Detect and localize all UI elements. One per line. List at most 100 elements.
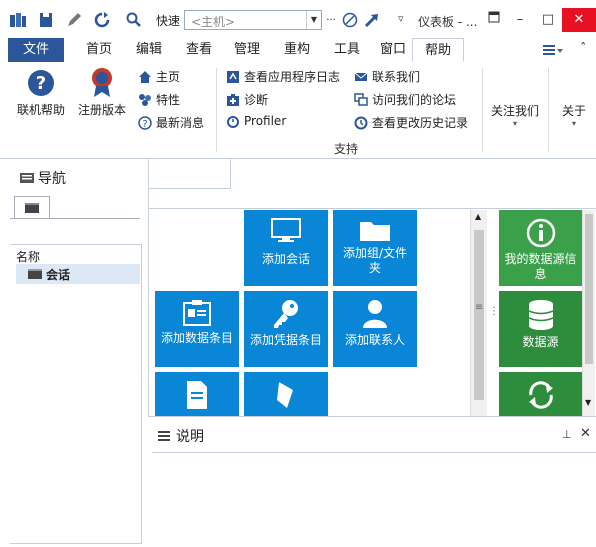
close-button[interactable]: ✕ (562, 8, 596, 32)
chevron-down-icon[interactable]: ▼ (306, 11, 321, 29)
navigation-icon (20, 173, 34, 183)
edit-icon[interactable] (64, 10, 84, 30)
follow-us-label: 关注我们 (490, 104, 539, 118)
diagnose-label: 诊断 (244, 93, 269, 107)
forum-label: 访问我们的论坛 (372, 93, 457, 107)
database-icon (528, 300, 553, 330)
add-data-entry-tile[interactable]: 添加数据条目 (155, 291, 239, 367)
datasource-label: 数据源 (522, 335, 559, 349)
tab-file[interactable]: 文件 (8, 38, 64, 62)
my-datasource-info-tile[interactable]: 我的数据源信息 (499, 210, 582, 286)
log-icon (227, 70, 239, 83)
arrow-launch-icon[interactable] (362, 10, 382, 30)
add-contact-tile[interactable]: 添加联系人 (333, 291, 417, 367)
host-combo[interactable]: <主机> ▼ (184, 10, 322, 30)
follow-us-button[interactable]: 关注我们 ▾ (488, 102, 542, 128)
refresh-datasource-tile[interactable] (499, 372, 582, 416)
scroll-thumb[interactable] (474, 230, 484, 400)
title-bar: 快速 <主机> ▼ ··· ▿ 仪表板 - ... – □ ✕ (0, 0, 596, 38)
save-icon[interactable] (36, 10, 56, 30)
ribbon: ? 联机帮助 注册版本 主页 特性 ? 最新消息 查看应用程序日志 诊断 Pro… (0, 62, 596, 159)
tab-manage[interactable]: 管理 (226, 38, 268, 62)
add-group-tile[interactable]: 添加组/文件夹 (333, 210, 417, 286)
more-icon[interactable]: ··· (324, 10, 338, 30)
diagnose-button[interactable]: 诊断 (226, 91, 268, 108)
session-label: 会话 (46, 267, 71, 282)
datasource-scrollbar[interactable]: ▼ (582, 210, 595, 416)
search-icon[interactable] (124, 10, 144, 30)
add-group-label: 添加组/文件夹 (342, 246, 408, 275)
minimize-button[interactable]: – (506, 8, 534, 32)
register-button[interactable]: 注册版本 (76, 66, 128, 118)
tree-item-session[interactable]: 会话 (16, 264, 140, 284)
tiles-scrollbar[interactable]: ▲ ≡ (470, 210, 487, 416)
nav-title: 导航 (20, 168, 66, 188)
history-icon (354, 116, 368, 129)
nav-sessions-tab[interactable] (14, 196, 50, 219)
folder-icon (360, 222, 390, 241)
forum-button[interactable]: 访问我们的论坛 (354, 91, 456, 108)
add-data-entry-label: 添加数据条目 (160, 331, 233, 345)
tab-edit[interactable]: 编辑 (128, 38, 170, 62)
ribbon-options-icon[interactable] (542, 42, 564, 61)
description-title-label: 说明 (176, 429, 204, 445)
tab-window[interactable]: 窗口 (372, 38, 414, 62)
ribbon-separator (482, 68, 483, 152)
profiler-button[interactable]: Profiler (226, 114, 286, 128)
mail-icon (354, 72, 368, 81)
tab-help[interactable]: 帮助 (412, 38, 464, 62)
tab-tools[interactable]: 工具 (326, 38, 368, 62)
latest-news-button[interactable]: ? 最新消息 (138, 114, 204, 131)
monitor-icon (271, 218, 301, 242)
scroll-up-icon[interactable]: ▲ (475, 212, 481, 221)
pin-icon[interactable]: ⊥ (562, 428, 572, 441)
home-button[interactable]: 主页 (138, 68, 180, 85)
splitter-grip-icon[interactable]: ⋮ (489, 306, 499, 317)
help-icon: ? (28, 70, 54, 96)
close-pane-button[interactable]: ✕ (580, 426, 591, 441)
about-button[interactable]: 关于 ▾ (556, 102, 592, 128)
refresh-icon (528, 381, 553, 409)
books-icon[interactable] (8, 10, 28, 30)
tab-home[interactable]: 首页 (78, 38, 120, 62)
view-log-button[interactable]: 查看应用程序日志 (226, 68, 340, 85)
datasource-tile[interactable]: 数据源 (499, 291, 582, 367)
tab-view[interactable]: 查看 (178, 38, 220, 62)
contact-us-label: 联系我们 (372, 70, 421, 84)
collapse-ribbon-icon[interactable]: ˆ (580, 42, 587, 57)
register-label: 注册版本 (77, 103, 126, 117)
connect-icon[interactable] (340, 10, 360, 30)
customize-qa-icon[interactable]: ▿ (398, 12, 404, 25)
window-title: 仪表板 - ... (418, 15, 478, 29)
add-session-tile[interactable]: 添加会话 (244, 210, 328, 286)
online-help-label: 联机帮助 (16, 103, 65, 117)
features-icon (139, 93, 151, 106)
info-icon (526, 218, 555, 248)
chevron-down-icon: ▾ (571, 119, 576, 128)
maximize-button[interactable]: □ (534, 8, 562, 32)
add-script-tile[interactable] (244, 372, 328, 416)
award-icon (92, 68, 112, 97)
view-log-label: 查看应用程序日志 (244, 70, 341, 84)
ribbon-separator (216, 68, 217, 152)
refresh-icon[interactable] (92, 10, 112, 30)
restore-pane-icon[interactable] (480, 8, 508, 32)
contact-us-button[interactable]: 联系我们 (354, 68, 420, 85)
add-credential-tile[interactable]: 添加凭据条目 (244, 291, 328, 367)
question-icon: ? (138, 115, 152, 130)
home-icon (139, 70, 151, 83)
features-button[interactable]: 特性 (138, 91, 180, 108)
ribbon-separator (548, 68, 549, 152)
description-title: 说明 (158, 426, 204, 446)
scroll-down-icon[interactable]: ▼ (585, 398, 591, 407)
tab-refactor[interactable]: 重构 (276, 38, 318, 62)
sessions-icon (25, 203, 39, 213)
latest-news-label: 最新消息 (156, 116, 205, 130)
dashboard-doc-tab[interactable] (148, 158, 231, 189)
home-label: 主页 (156, 70, 181, 84)
history-button[interactable]: 查看更改历史记录 (354, 114, 468, 131)
scroll-thumb[interactable] (585, 214, 593, 364)
nav-tree[interactable] (10, 244, 142, 544)
online-help-button[interactable]: ? 联机帮助 (16, 68, 66, 118)
add-document-tile[interactable] (155, 372, 239, 416)
